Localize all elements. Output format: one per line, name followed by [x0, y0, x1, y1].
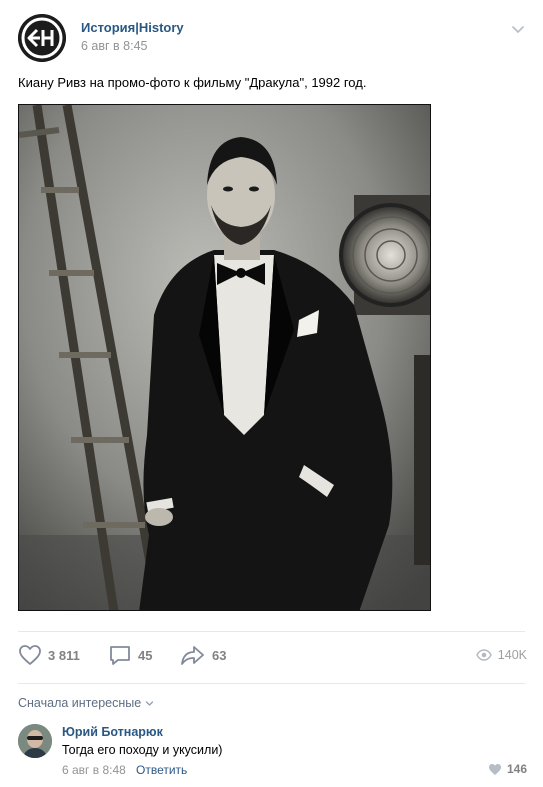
- comments-sort-dropdown[interactable]: Сначала интересные: [18, 696, 154, 710]
- post-header: История|History 6 авг в 8:45: [0, 0, 543, 70]
- post-photo[interactable]: [18, 104, 431, 611]
- post-timestamp[interactable]: 6 авг в 8:45: [81, 39, 148, 53]
- comment-count: 45: [138, 647, 153, 663]
- comment-like-button[interactable]: 146: [488, 762, 527, 776]
- divider: [18, 631, 525, 632]
- divider: [18, 683, 525, 684]
- share-arrow-icon: [181, 646, 204, 665]
- share-button[interactable]: 63: [180, 644, 226, 666]
- heart-icon: [488, 763, 501, 775]
- chevron-down-icon[interactable]: [511, 22, 525, 36]
- comment-text: Тогда его походу и укусили): [62, 743, 223, 757]
- reply-button[interactable]: Ответить: [136, 763, 187, 777]
- chevron-down-icon: [146, 700, 154, 706]
- comment-like-count: 146: [506, 762, 527, 776]
- comment-button[interactable]: 45: [108, 644, 152, 666]
- group-avatar[interactable]: [18, 14, 66, 62]
- view-count: 140K: [497, 648, 527, 662]
- like-count: 3 811: [48, 647, 80, 663]
- view-counter: 140K: [476, 648, 527, 662]
- like-button[interactable]: 3 811: [18, 644, 80, 666]
- post-text: Киану Ривз на промо-фото к фильму "Драку…: [18, 75, 367, 90]
- comment-icon: [110, 646, 130, 665]
- sort-label: Сначала интересные: [18, 696, 142, 710]
- eye-icon: [476, 649, 492, 661]
- share-count: 63: [212, 647, 227, 663]
- commenter-avatar[interactable]: [18, 724, 52, 758]
- group-name-link[interactable]: История|History: [81, 20, 184, 35]
- heart-icon: [19, 645, 41, 665]
- post-actions: 3 811 45 63 140K: [0, 640, 543, 676]
- comment-author-link[interactable]: Юрий Ботнарюк: [62, 725, 163, 739]
- comment-timestamp[interactable]: 6 авг в 8:48: [62, 763, 126, 777]
